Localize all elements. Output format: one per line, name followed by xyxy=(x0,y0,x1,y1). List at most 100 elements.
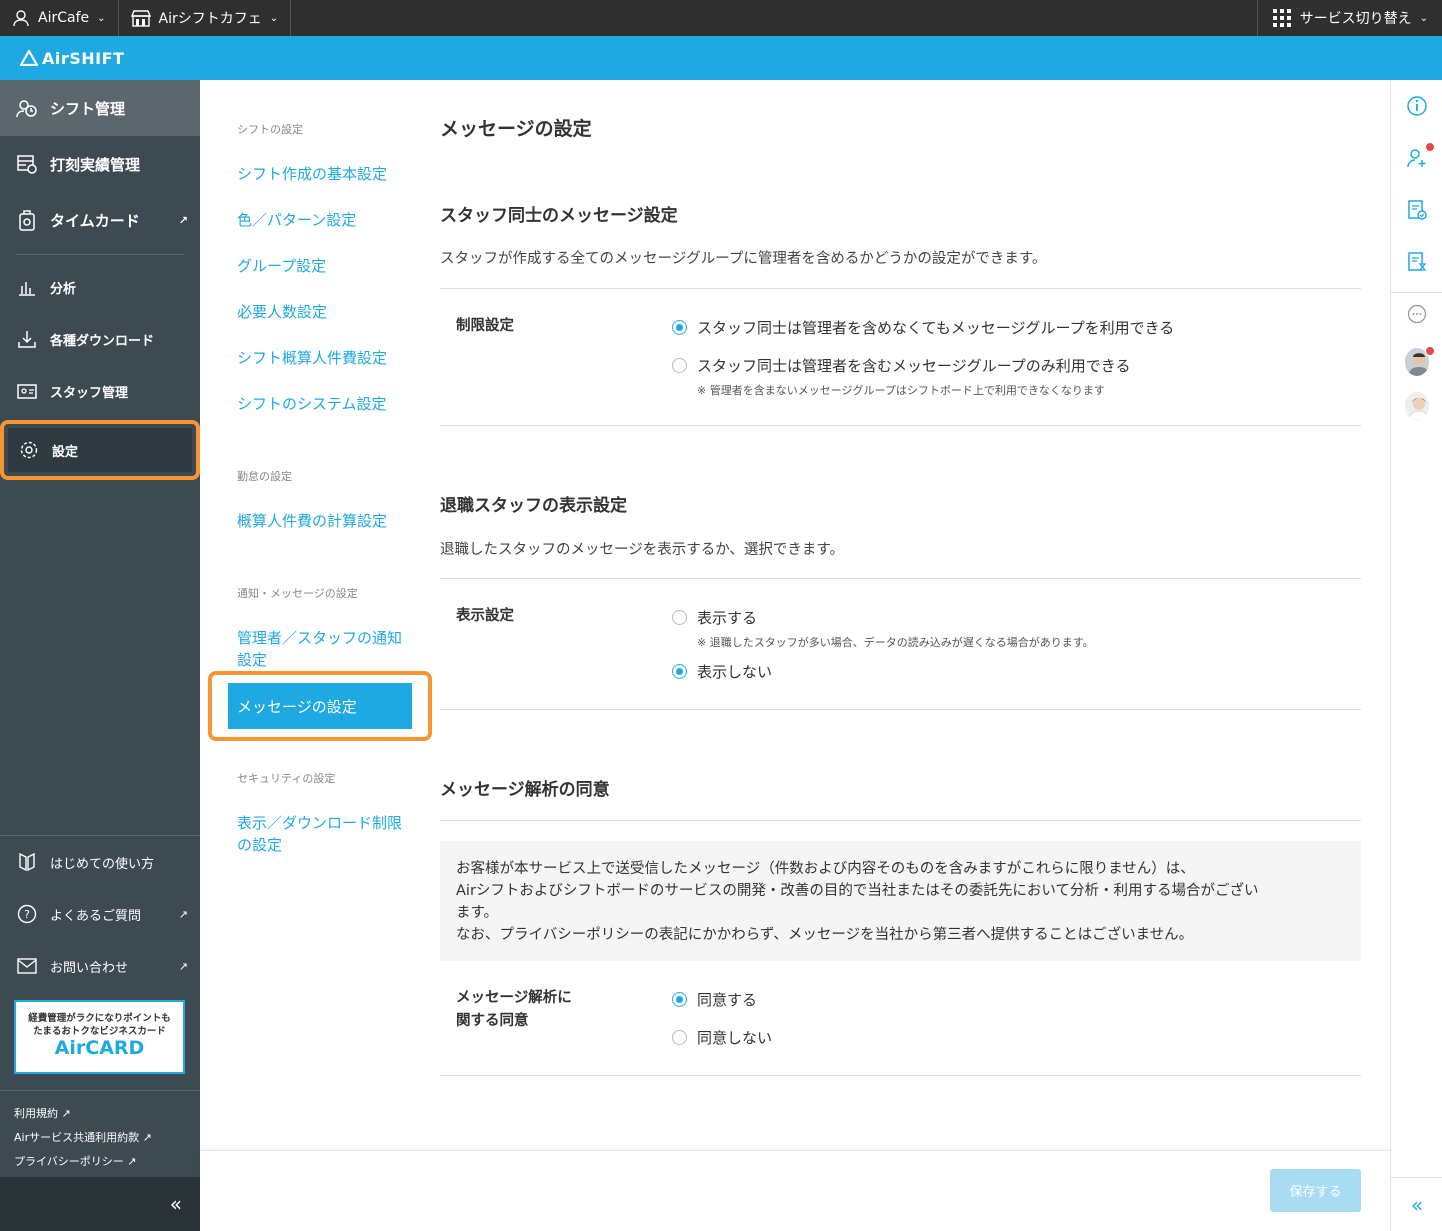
sidebar-collapse-button[interactable]: « xyxy=(0,1177,200,1231)
sidebar: シフト管理 打刻実績管理 タイムカード ↗ 分析 各種ダウンロード スタッフ管理… xyxy=(0,80,200,1231)
sidebar-item-download[interactable]: 各種ダウンロード xyxy=(0,313,200,365)
bar-chart-icon xyxy=(16,276,38,298)
radio-unselected xyxy=(672,610,687,625)
store-icon xyxy=(130,10,151,27)
sidebar-item-shift[interactable]: シフト管理 xyxy=(0,80,200,136)
service-switch-label: サービス切り替え xyxy=(1299,11,1412,27)
sidebar-item-label: タイムカード xyxy=(50,211,140,230)
section-title: 退職スタッフの表示設定 xyxy=(440,496,627,516)
chat-icon[interactable] xyxy=(1405,302,1429,326)
subnav-link-active[interactable]: メッセージの設定 xyxy=(228,683,412,729)
add-user-icon[interactable] xyxy=(1405,142,1435,170)
footer-bar: 保存する xyxy=(200,1150,1390,1231)
service-switch[interactable]: サービス切り替え ⌄ xyxy=(1256,0,1442,36)
account-menu[interactable]: AirCafe ⌄ xyxy=(0,0,119,36)
field-label: 制限設定 xyxy=(456,318,514,334)
terms-link[interactable]: 利用規約 ↗ xyxy=(0,1101,200,1125)
field-label-line: 関する同意 xyxy=(456,1013,529,1029)
consent-text-box: お客様が本サービス上で送受信したメッセージ（件数および内容そのものを含みますがこ… xyxy=(440,841,1361,961)
section-title: メッセージ解析の同意 xyxy=(440,780,610,800)
subnav-link[interactable]: 色／パターン設定 xyxy=(237,209,407,231)
book-icon xyxy=(16,851,38,873)
chevron-down-icon: ⌄ xyxy=(269,12,279,24)
sidebar-item-label: 打刻実績管理 xyxy=(50,155,141,174)
note-text: ※ 管理者を含まないメッセージグループはシフトボード上で利用できなくなります xyxy=(697,384,1105,397)
subnav-link[interactable]: シフト概算人件費設定 xyxy=(237,347,407,369)
subnav-link[interactable]: 管理者／スタッフの通知設定 xyxy=(237,627,402,671)
external-link-icon: ↗ xyxy=(178,907,188,921)
store-menu[interactable]: Airシフトカフェ ⌄ xyxy=(119,0,292,36)
subnav-group-title: 勤怠の設定 xyxy=(237,470,292,483)
question-icon: ? xyxy=(16,903,38,925)
subnav-group-title: シフトの設定 xyxy=(237,123,303,136)
subnav-link[interactable]: 必要人数設定 xyxy=(237,301,407,323)
radio-unselected xyxy=(672,358,687,373)
page-title: メッセージの設定 xyxy=(440,118,592,140)
radio-consent-disagree[interactable]: 同意しない xyxy=(672,1027,772,1048)
main-content: メッセージの設定 スタッフ同士のメッセージ設定 スタッフが作成する全てのメッセー… xyxy=(430,80,1390,1150)
radio-restriction-allow[interactable]: スタッフ同士は管理者を含めなくてもメッセージグループを利用できる xyxy=(672,317,1174,338)
subnav-link[interactable]: 概算人件費の計算設定 xyxy=(237,510,407,532)
sidebar-item-timecard[interactable]: タイムカード ↗ xyxy=(0,192,200,248)
avatar[interactable] xyxy=(1405,346,1435,376)
aircard-banner[interactable]: 経費管理がラクになりポイントも たまるおトクなビジネスカード AirCARD xyxy=(14,1000,185,1074)
sidebar-item-label: はじめての使い方 xyxy=(50,856,155,872)
double-chevron-left-icon: « xyxy=(1410,1192,1424,1217)
radio-label: 表示する xyxy=(697,609,758,627)
save-button[interactable]: 保存する xyxy=(1270,1169,1361,1212)
avatar[interactable] xyxy=(1405,392,1429,420)
subnav-link[interactable]: グループ設定 xyxy=(237,255,407,277)
sidebar-item-analysis[interactable]: 分析 xyxy=(0,261,200,313)
radio-label: 同意しない xyxy=(697,1029,773,1047)
aircard-logo: AirCARD xyxy=(54,1037,145,1059)
id-card-icon xyxy=(16,380,38,402)
subnav-link[interactable]: シフト作成の基本設定 xyxy=(237,163,407,185)
sidebar-item-settings[interactable]: 設定 xyxy=(0,420,200,480)
document-pending-icon[interactable] xyxy=(1405,250,1429,274)
account-name: AirCafe xyxy=(38,10,90,26)
sidebar-item-label: 各種ダウンロード xyxy=(50,333,155,349)
gear-icon xyxy=(18,439,40,461)
info-icon[interactable] xyxy=(1405,94,1429,118)
timecard-icon xyxy=(16,209,38,231)
double-chevron-left-icon: « xyxy=(169,1192,182,1216)
radio-restriction-require[interactable]: スタッフ同士は管理者を含むメッセージグループのみ利用できる xyxy=(672,355,1131,376)
sidebar-item-staff[interactable]: スタッフ管理 xyxy=(0,365,200,417)
privacy-link[interactable]: プライバシーポリシー ↗ xyxy=(0,1149,200,1173)
chevron-down-icon: ⌄ xyxy=(97,12,106,24)
note-text: ※ 退職したスタッフが多い場合、データの読み込みが遅くなる場合があります。 xyxy=(697,636,1094,649)
toolbar-divider xyxy=(1391,292,1442,293)
sidebar-item-faq[interactable]: ? よくあるご質問 ↗ xyxy=(0,888,200,940)
notification-badge xyxy=(1425,346,1435,356)
subnav-link[interactable]: 表示／ダウンロード制限の設定 xyxy=(237,812,402,856)
section-title: スタッフ同士のメッセージ設定 xyxy=(440,206,678,226)
subnav-link[interactable]: シフトのシステム設定 xyxy=(237,393,407,415)
radio-label: 同意する xyxy=(697,991,758,1009)
external-link-icon: ↗ xyxy=(178,959,188,973)
sidebar-item-attendance[interactable]: 打刻実績管理 xyxy=(0,136,200,192)
top-bar: AirCafe ⌄ Airシフトカフェ ⌄ サービス切り替え ⌄ xyxy=(0,0,1442,36)
divider xyxy=(440,578,1361,579)
radio-selected xyxy=(672,664,687,679)
sidebar-item-label: 分析 xyxy=(50,281,77,297)
sidebar-item-label: よくあるご質問 xyxy=(50,908,142,924)
divider xyxy=(440,1075,1361,1076)
sidebar-item-contact[interactable]: お問い合わせ ↗ xyxy=(0,940,200,992)
air-terms-link[interactable]: Airサービス共通利用約款 ↗ xyxy=(0,1125,200,1149)
field-label: 表示設定 xyxy=(456,608,514,624)
subnav-group-title: 通知・メッセージの設定 xyxy=(237,587,358,600)
mail-icon xyxy=(16,955,38,977)
legal-links: 利用規約 ↗ Airサービス共通利用約款 ↗ プライバシーポリシー ↗ xyxy=(0,1090,200,1173)
right-collapse-button[interactable]: « xyxy=(1391,1177,1442,1231)
radio-show-retired[interactable]: 表示する xyxy=(672,607,757,628)
shift-users-icon xyxy=(16,97,38,119)
sidebar-divider xyxy=(16,254,184,255)
radio-consent-agree[interactable]: 同意する xyxy=(672,989,757,1010)
sidebar-item-getting-started[interactable]: はじめての使い方 xyxy=(0,836,200,888)
document-check-icon[interactable] xyxy=(1405,198,1429,222)
subnav-group-title: セキュリティの設定 xyxy=(237,772,336,785)
radio-hide-retired[interactable]: 表示しない xyxy=(672,661,772,682)
table-clock-icon xyxy=(16,153,38,175)
chevron-down-icon: ⌄ xyxy=(1419,12,1428,24)
sidebar-help: はじめての使い方 ? よくあるご質問 ↗ お問い合わせ ↗ xyxy=(0,835,200,992)
